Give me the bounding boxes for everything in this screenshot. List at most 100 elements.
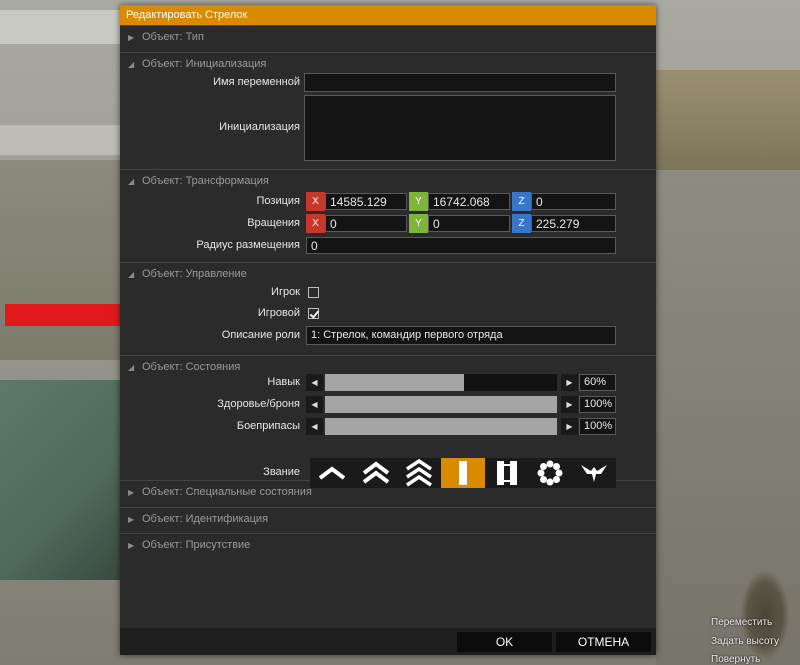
health-value-field[interactable]: 100% <box>579 396 616 413</box>
ammo-increase-button[interactable]: ▶ <box>561 418 578 435</box>
dialog-footer: OK ОТМЕНА <box>120 628 656 655</box>
section-control-header[interactable]: ◢ Объект: Управление <box>120 263 656 285</box>
rank-corporal-button[interactable] <box>354 458 398 488</box>
lieutenant-icon <box>459 461 468 485</box>
axis-x-badge: X <box>306 192 325 211</box>
position-label: Позиция <box>256 195 301 207</box>
rank-lieutenant-button[interactable] <box>441 458 485 488</box>
role-label: Описание роли <box>221 329 300 341</box>
expand-icon: ▶ <box>128 488 135 497</box>
skill-row: Навык ◀ ▶ 60% <box>120 373 656 392</box>
rank-selector <box>310 458 616 488</box>
captain-icon <box>496 461 517 485</box>
rank-private-button[interactable] <box>310 458 354 488</box>
ammo-decrease-button[interactable]: ◀ <box>306 418 323 435</box>
section-transform: ◢ Объект: Трансформация Позиция X 14585.1… <box>120 169 656 262</box>
edit-unit-dialog: Редактировать Стрелок ▶ Объект: Тип ◢ Объе… <box>120 5 656 655</box>
var-name-field[interactable] <box>304 73 616 92</box>
hint-set-height: Задать высоту <box>711 636 779 647</box>
skill-decrease-button[interactable]: ◀ <box>306 374 323 391</box>
init-field[interactable] <box>304 95 616 161</box>
rotation-z-field[interactable]: 225.279 <box>531 215 616 232</box>
ammo-slider[interactable] <box>325 418 557 435</box>
health-increase-button[interactable]: ▶ <box>561 396 578 413</box>
skill-label: Навык <box>267 376 300 388</box>
expand-icon: ▶ <box>128 541 135 550</box>
dialog-content: ▶ Объект: Тип ◢ Объект: Инициализация Имя … <box>120 25 656 628</box>
radius-label: Радиус размещения <box>196 239 300 251</box>
corporal-icon <box>362 461 389 484</box>
ammo-value-field[interactable]: 100% <box>579 418 616 435</box>
playable-checkbox[interactable] <box>308 308 319 319</box>
expand-icon: ▶ <box>128 515 135 524</box>
health-row: Здоровье/броня ◀ ▶ 100% <box>120 395 656 414</box>
section-transform-title: Объект: Трансформация <box>142 175 269 187</box>
ok-button[interactable]: OK <box>457 632 552 652</box>
sergeant-icon <box>406 459 433 487</box>
health-label: Здоровье/броня <box>217 398 300 410</box>
section-states-title: Объект: Состояния <box>142 361 241 373</box>
ammo-slider-fill <box>325 418 557 435</box>
skill-slider-fill <box>325 374 465 391</box>
role-field[interactable]: 1: Стрелок, командир первого отряда <box>306 326 616 345</box>
section-ident-title: Объект: Идентификация <box>142 513 269 525</box>
health-slider-fill <box>325 396 557 413</box>
player-checkbox[interactable] <box>308 287 319 298</box>
skill-increase-button[interactable]: ▶ <box>561 374 578 391</box>
section-ident-header[interactable]: ▶ Объект: Идентификация <box>120 508 656 530</box>
skill-slider[interactable] <box>325 374 557 391</box>
position-x-field[interactable]: 14585.129 <box>325 193 407 210</box>
rank-sergeant-button[interactable] <box>397 458 441 488</box>
section-special-title: Объект: Специальные состояния <box>142 486 312 498</box>
cancel-button[interactable]: ОТМЕНА <box>556 632 651 652</box>
scene-building <box>656 70 800 170</box>
position-y-field[interactable]: 16742.068 <box>428 193 510 210</box>
collapse-icon: ◢ <box>128 177 135 186</box>
rank-major-button[interactable] <box>529 458 573 488</box>
axis-y-badge: Y <box>409 214 428 233</box>
private-icon <box>318 466 346 480</box>
scene-road-lower <box>0 125 125 155</box>
rank-colonel-button[interactable] <box>572 458 616 488</box>
section-init: ◢ Объект: Инициализация Имя переменной Ин… <box>120 52 656 169</box>
section-presence-title: Объект: Присутствие <box>142 539 251 551</box>
section-init-title: Объект: Инициализация <box>142 58 267 70</box>
axis-z-badge: Z <box>512 214 531 233</box>
ammo-label: Боеприпасы <box>236 420 300 432</box>
init-label: Инициализация <box>219 121 300 133</box>
player-label: Игрок <box>271 286 300 298</box>
section-control-title: Объект: Управление <box>142 268 247 280</box>
health-decrease-button[interactable]: ◀ <box>306 396 323 413</box>
section-type: ▶ Объект: Тип <box>120 25 656 52</box>
section-control: ◢ Объект: Управление Игрок Игровой Описан… <box>120 262 656 355</box>
hint-rotate: Повернуть <box>711 654 761 665</box>
axis-z-badge: Z <box>512 192 531 211</box>
axis-y-badge: Y <box>409 192 428 211</box>
radius-field[interactable]: 0 <box>306 237 616 254</box>
axis-x-badge: X <box>306 214 325 233</box>
expand-icon: ▶ <box>128 33 135 42</box>
rotation-x-field[interactable]: 0 <box>325 215 407 232</box>
major-icon <box>537 460 563 486</box>
rotation-label: Вращения <box>247 217 300 229</box>
rank-captain-button[interactable] <box>485 458 529 488</box>
section-type-title: Объект: Тип <box>142 31 204 43</box>
var-name-label: Имя переменной <box>213 76 300 88</box>
dialog-title[interactable]: Редактировать Стрелок <box>120 5 656 25</box>
scene-table <box>0 380 120 580</box>
skill-value-field[interactable]: 60% <box>579 374 616 391</box>
position-z-field[interactable]: 0 <box>531 193 616 210</box>
section-ident: ▶ Объект: Идентификация <box>120 507 656 533</box>
hint-move: Переместить <box>711 617 773 628</box>
playable-label: Игровой <box>257 307 300 319</box>
section-transform-header[interactable]: ◢ Объект: Трансформация <box>120 170 656 192</box>
section-type-header[interactable]: ▶ Объект: Тип <box>120 26 656 48</box>
scene-road <box>0 10 125 44</box>
colonel-icon <box>581 465 608 482</box>
rotation-y-field[interactable]: 0 <box>428 215 510 232</box>
health-slider[interactable] <box>325 396 557 413</box>
section-presence: ▶ Объект: Присутствие <box>120 533 656 560</box>
section-init-header[interactable]: ◢ Объект: Инициализация <box>120 53 656 75</box>
section-presence-header[interactable]: ▶ Объект: Присутствие <box>120 534 656 556</box>
rank-label: Звание <box>263 466 300 478</box>
